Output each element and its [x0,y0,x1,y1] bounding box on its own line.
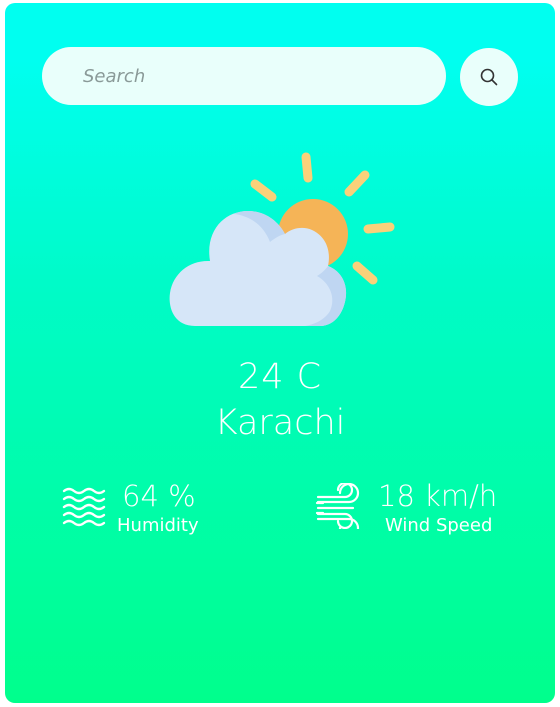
humidity-waves-icon [62,487,106,527]
humidity-value: 64 % [122,479,196,513]
weather-card: 24 C Karachi 64 % Humidity [5,3,555,703]
temperature: 24 C [237,357,323,397]
search-input[interactable] [42,47,446,105]
wind-icon [315,483,360,529]
search-bar [42,47,518,107]
search-button[interactable] [460,48,518,106]
search-icon [480,68,498,86]
wind-value: 18 km/h [378,479,498,513]
humidity-section: 64 % Humidity [60,477,260,547]
city-name: Karachi [214,403,346,443]
humidity-label: Humidity [117,515,199,536]
wind-label: Wind Speed [385,515,493,536]
wind-section: 18 km/h Wind Speed [315,477,545,547]
partly-cloudy-icon [169,152,395,326]
